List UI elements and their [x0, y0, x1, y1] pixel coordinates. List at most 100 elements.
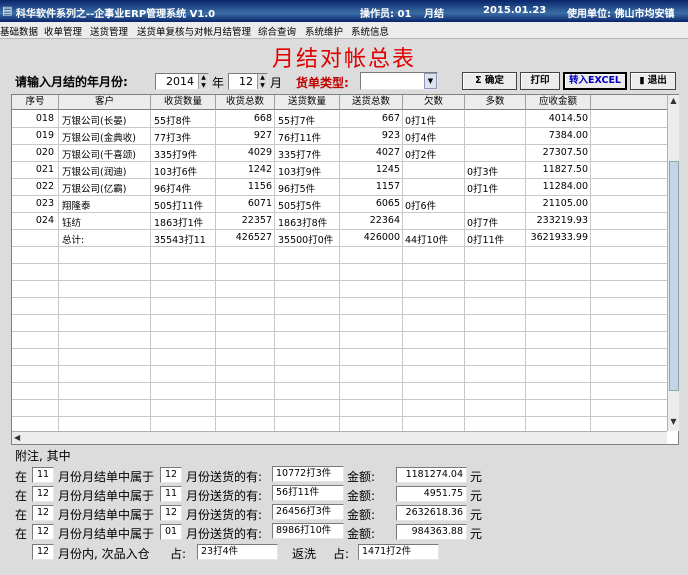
table-row[interactable]: 020 万银公司(千喜颂) 335打9件 4029 335打7件 4027 0打… — [12, 144, 667, 161]
note-month2-input[interactable]: 12 — [160, 505, 182, 521]
total-row[interactable]: 总计: 35543打11 426527 35500打0件 426000 44打1… — [12, 229, 667, 246]
note-month1-input[interactable]: 12 — [32, 505, 54, 521]
note-amount-label: 金额: — [347, 470, 376, 484]
note-amount-field[interactable]: 4951.75 — [396, 486, 467, 502]
cell-deliv-qty: 335打7件 — [278, 150, 322, 161]
note-amount-field[interactable]: 984363.88 — [396, 524, 467, 540]
note-month1-input[interactable]: 12 — [32, 486, 54, 502]
note-qty-field[interactable]: 10772打3件 — [272, 466, 344, 482]
note-month2-input[interactable]: 11 — [160, 486, 182, 502]
cell-recv-qty: 35543打11 — [154, 235, 206, 246]
cell-customer: 钰纺 — [62, 218, 82, 229]
note-post: 月份送货的有: — [186, 470, 263, 484]
vertical-scroll-thumb[interactable] — [669, 161, 679, 391]
cell-over: 0打7件 — [467, 218, 499, 229]
col-header-recv-qty[interactable]: 收货数量 — [151, 95, 216, 110]
table-row[interactable]: 018 万银公司(长晏) 55打8件 668 55打7件 667 0打1件 40… — [12, 110, 667, 127]
menu-reconcile[interactable]: 送货单复核与对帐月结管理 — [137, 24, 251, 38]
grid-line — [12, 297, 667, 298]
cell-recv-total: 1156 — [247, 181, 272, 192]
grid-line — [12, 399, 667, 400]
note-pre: 在 — [15, 508, 28, 522]
cell-recv-qty: 335打9件 — [154, 150, 198, 161]
grid-line — [12, 348, 667, 349]
spin-up-icon[interactable]: ▲ — [199, 74, 208, 82]
type-label: 货单类型: — [296, 76, 349, 90]
chevron-down-icon[interactable]: ▼ — [424, 73, 437, 89]
unit-label: 使用单位: 佛山市均安镇 — [567, 9, 675, 20]
menu-delivery[interactable]: 送货管理 — [90, 24, 128, 38]
col-header-recv-total[interactable]: 收货总数 — [216, 95, 275, 110]
table-row[interactable]: 024 钰纺 1863打1件 22357 1863打8件 22364 0打7件 … — [12, 212, 667, 229]
cell-amount: 21105.00 — [542, 198, 588, 209]
cell-recv-qty: 96打4件 — [154, 184, 192, 195]
menu-query[interactable]: 综合查询 — [258, 24, 296, 38]
app-icon: ▤ — [2, 4, 13, 17]
cell-amount: 4014.50 — [548, 113, 588, 124]
table-row[interactable]: 023 翔隆泰 505打11件 6071 505打5件 6065 0打6件 21… — [12, 195, 667, 212]
note-qty-field[interactable]: 26456打3件 — [272, 504, 344, 520]
exit-label: 退出 — [647, 75, 667, 86]
vertical-scrollbar[interactable]: ▲ ▼ — [667, 95, 679, 431]
note-month1-input[interactable]: 12 — [32, 524, 54, 540]
note-unit: 元 — [470, 489, 483, 503]
defect-month-input[interactable]: 12 — [32, 544, 54, 560]
operator-label: 操作员: 01 — [360, 9, 412, 20]
note-post: 月份送货的有: — [186, 489, 263, 503]
year-spinner[interactable]: ▲ ▼ — [198, 74, 208, 89]
cell-recv-total: 927 — [253, 130, 272, 141]
horizontal-scrollbar[interactable]: ◀ — [12, 431, 667, 444]
col-header-short[interactable]: 欠数 — [403, 95, 465, 110]
grid-line — [12, 263, 667, 264]
month-spinner[interactable]: ▲ ▼ — [257, 74, 267, 89]
spin-up-icon[interactable]: ▲ — [258, 74, 267, 82]
note-month2-input[interactable]: 12 — [160, 467, 182, 483]
scroll-up-icon[interactable]: ▲ — [668, 96, 679, 105]
note-amount-field[interactable]: 1181274.04 — [396, 467, 467, 483]
table-row[interactable]: 021 万银公司(润迪) 103打6件 1242 103打9件 1245 0打3… — [12, 161, 667, 178]
cell-deliv-total: 667 — [381, 113, 400, 124]
note-post: 月份送货的有: — [186, 508, 263, 522]
note-month2-input[interactable]: 01 — [160, 524, 182, 540]
col-header-no[interactable]: 序号 — [12, 95, 59, 110]
confirm-button[interactable]: Σ 确定 — [462, 72, 517, 90]
cell-no: 024 — [35, 215, 54, 226]
table-row[interactable]: 019 万银公司(金典收) 77打3件 927 76打11件 923 0打4件 … — [12, 127, 667, 144]
scroll-left-icon[interactable]: ◀ — [14, 433, 20, 442]
menu-basic-data[interactable]: 基础数据 — [0, 24, 38, 38]
excel-label: 转入EXCEL — [569, 75, 621, 86]
cell-customer: 万银公司(亿霸) — [62, 184, 127, 195]
note-month1-input[interactable]: 11 — [32, 467, 54, 483]
menu-sysinfo[interactable]: 系统信息 — [351, 24, 389, 38]
summary-table[interactable]: 序号 客户 收货数量 收货总数 送货数量 送货总数 欠数 多数 应收金额 018… — [11, 94, 679, 445]
print-label: 打印 — [530, 75, 550, 86]
col-header-customer[interactable]: 客户 — [59, 95, 151, 110]
cell-deliv-total: 1245 — [375, 164, 400, 175]
col-header-over[interactable]: 多数 — [465, 95, 526, 110]
spin-down-icon[interactable]: ▼ — [199, 82, 208, 90]
cell-deliv-qty: 96打5件 — [278, 184, 316, 195]
cell-recv-qty: 505打11件 — [154, 201, 204, 212]
note-unit: 元 — [470, 508, 483, 522]
cell-no: 023 — [35, 198, 54, 209]
cell-customer: 万银公司(金典收) — [62, 133, 136, 144]
spin-down-icon[interactable]: ▼ — [258, 82, 267, 90]
note-qty-field[interactable]: 56打11件 — [272, 485, 344, 501]
rewash-field[interactable]: 1471打2件 — [358, 544, 439, 560]
cell-deliv-qty: 505打5件 — [278, 201, 322, 212]
col-header-deliv-qty[interactable]: 送货数量 — [275, 95, 340, 110]
table-row[interactable]: 022 万银公司(亿霸) 96打4件 1156 96打5件 1157 0打1件 … — [12, 178, 667, 195]
col-header-deliv-total[interactable]: 送货总数 — [340, 95, 403, 110]
note-amount-field[interactable]: 2632618.36 — [396, 505, 467, 521]
defect-field[interactable]: 23打4件 — [197, 544, 278, 560]
col-header-amount[interactable]: 应收金额 — [526, 95, 591, 110]
menu-receipt[interactable]: 收单管理 — [44, 24, 82, 38]
print-button[interactable]: 打印 — [520, 72, 560, 90]
menu-maintenance[interactable]: 系统维护 — [305, 24, 343, 38]
exit-button[interactable]: ▮ 退出 — [630, 72, 676, 90]
excel-button[interactable]: 转入EXCEL — [563, 72, 627, 90]
scroll-down-icon[interactable]: ▼ — [668, 417, 679, 426]
cell-recv-total: 22357 — [241, 215, 272, 226]
month-value: 12 — [239, 75, 253, 88]
note-qty-field[interactable]: 8986打10件 — [272, 523, 344, 539]
